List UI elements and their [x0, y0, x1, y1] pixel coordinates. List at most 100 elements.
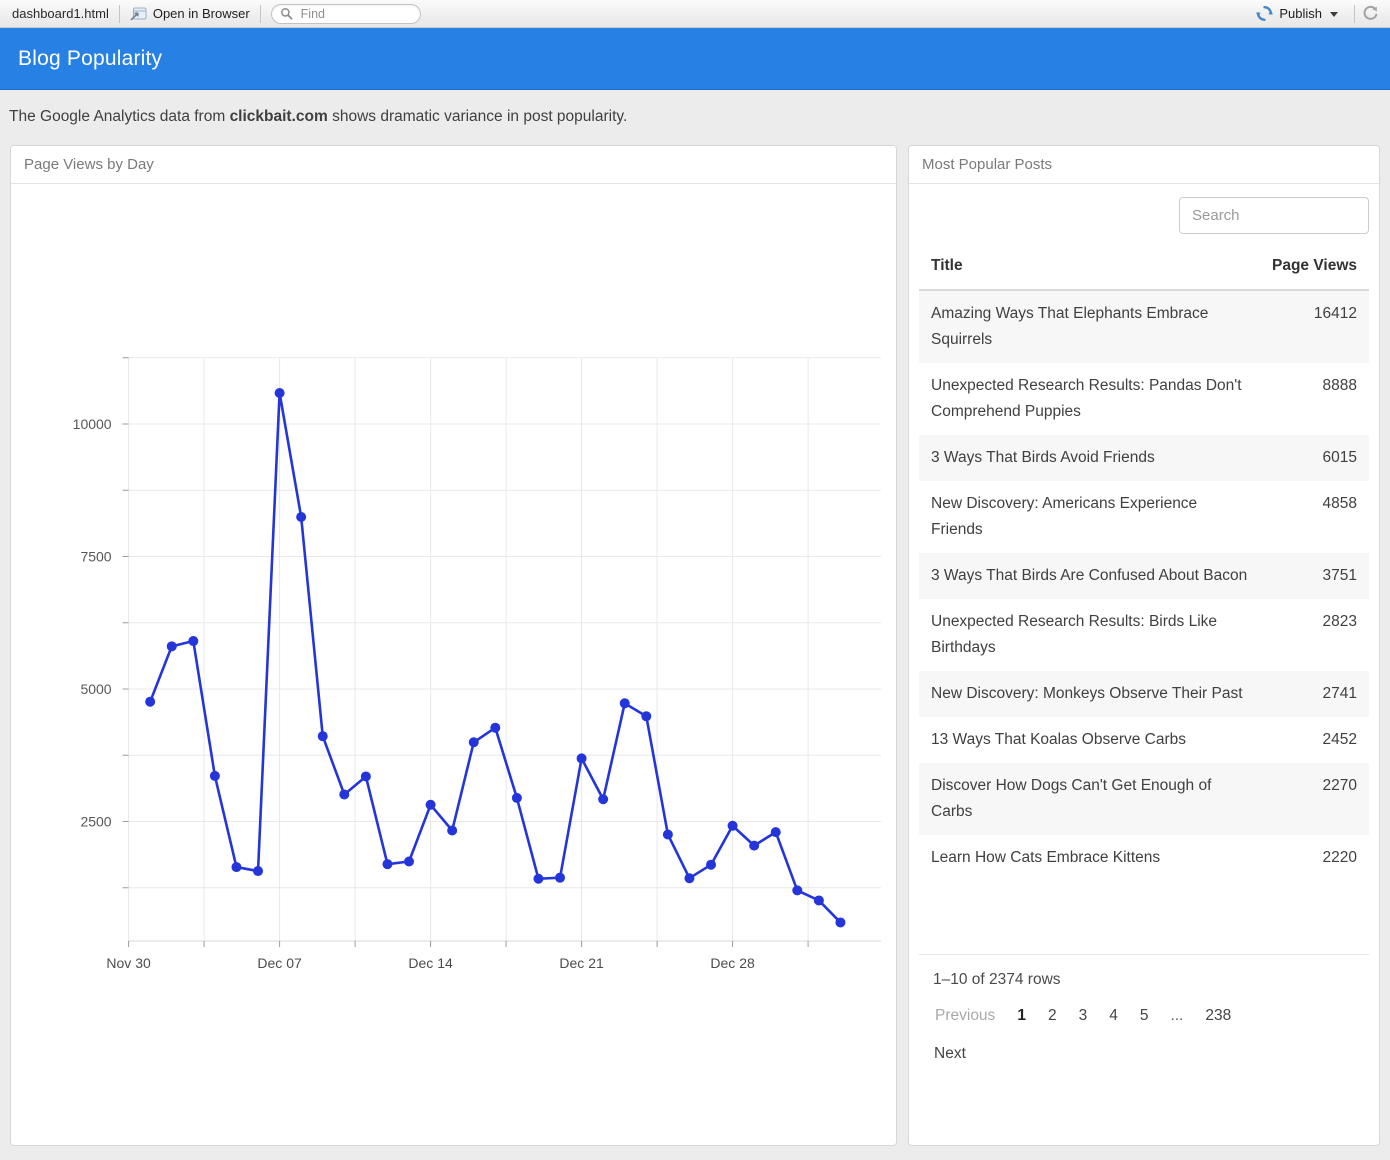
data-point [490, 723, 500, 733]
x-axis-label: Dec 14 [408, 955, 453, 971]
page-button-5[interactable]: 5 [1129, 1001, 1160, 1031]
post-title: 3 Ways That Birds Avoid Friends [931, 445, 1265, 471]
post-title: Unexpected Research Results: Birds Like … [931, 609, 1265, 661]
post-page-views: 2270 [1265, 773, 1357, 825]
page-button-1[interactable]: 1 [1006, 1001, 1037, 1031]
data-point [684, 873, 694, 883]
pagination-buttons: Previous 12345...238 [923, 1001, 1367, 1031]
next-page-button[interactable]: Next [923, 1039, 977, 1069]
subtitle-domain: clickbait.com [230, 108, 328, 125]
table-row: Unexpected Research Results: Pandas Don'… [919, 363, 1369, 435]
open-in-browser-label: Open in Browser [153, 6, 250, 21]
data-point [426, 800, 436, 810]
data-point [404, 857, 414, 867]
table-header: Title Page Views [919, 247, 1369, 291]
post-page-views: 2823 [1265, 609, 1357, 661]
page-button-3[interactable]: 3 [1068, 1001, 1099, 1031]
post-page-views: 3751 [1265, 563, 1357, 589]
table-search-input[interactable] [1179, 197, 1369, 234]
open-in-browser-button[interactable]: Open in Browser [130, 6, 250, 21]
data-point [792, 885, 802, 895]
x-axis-label: Nov 30 [106, 955, 151, 971]
data-point [382, 859, 392, 869]
y-axis-label: 7500 [80, 549, 111, 565]
publish-dropdown-caret[interactable] [1330, 12, 1338, 17]
data-point [167, 641, 177, 651]
post-title: 13 Ways That Koalas Observe Carbs [931, 727, 1265, 753]
chart-panel: Page Views by Day Nov 30Dec 07Dec 14Dec … [10, 145, 897, 1146]
data-point [210, 771, 220, 781]
dashboard-subtitle: The Google Analytics data from clickbait… [0, 91, 1390, 143]
post-title: Amazing Ways That Elephants Embrace Squi… [931, 301, 1265, 353]
viewer-toolbar: dashboard1.html Open in Browser [0, 0, 1390, 28]
data-point [835, 917, 845, 927]
previous-page-button[interactable]: Previous [923, 1001, 1006, 1031]
post-page-views: 2220 [1265, 845, 1357, 871]
data-point [339, 789, 349, 799]
column-header-title[interactable]: Title [931, 255, 1265, 277]
data-point [533, 874, 543, 884]
open-in-browser-icon [130, 7, 147, 21]
subtitle-text-suffix: shows dramatic variance in post populari… [328, 108, 628, 125]
pagination-info: 1–10 of 2374 rows [933, 971, 1367, 989]
chart-panel-title: Page Views by Day [11, 146, 896, 184]
table-rows: Amazing Ways That Elephants Embrace Squi… [919, 291, 1369, 881]
refresh-icon[interactable] [1361, 4, 1380, 23]
post-page-views: 8888 [1265, 373, 1357, 425]
data-point [275, 388, 285, 398]
data-point [598, 794, 608, 804]
data-point [641, 711, 651, 721]
table-row: New Discovery: Americans Experience Frie… [919, 481, 1369, 553]
data-point [814, 895, 824, 905]
post-title: Discover How Dogs Can't Get Enough of Ca… [931, 773, 1265, 825]
post-page-views: 2741 [1265, 681, 1357, 707]
page-title: Blog Popularity [18, 47, 162, 71]
data-point [188, 636, 198, 646]
publish-icon [1256, 5, 1273, 22]
data-point [706, 860, 716, 870]
post-page-views: 2452 [1265, 727, 1357, 753]
y-axis-label: 2500 [80, 814, 111, 830]
table-row: Amazing Ways That Elephants Embrace Squi… [919, 291, 1369, 363]
chart-canvas[interactable]: Nov 30Dec 07Dec 14Dec 21Dec 282500500075… [11, 184, 896, 1145]
table-row: Discover How Dogs Can't Get Enough of Ca… [919, 763, 1369, 835]
toolbar-separator [119, 5, 120, 23]
column-header-page-views[interactable]: Page Views [1265, 255, 1357, 277]
series-line [150, 393, 840, 922]
post-title: New Discovery: Americans Experience Frie… [931, 491, 1265, 543]
data-point [447, 826, 457, 836]
data-point [663, 829, 673, 839]
data-point [145, 697, 155, 707]
data-point [771, 827, 781, 837]
page-button-2[interactable]: 2 [1037, 1001, 1068, 1031]
y-axis-label: 5000 [80, 681, 111, 697]
data-point [253, 866, 263, 876]
toolbar-separator [1354, 5, 1355, 23]
data-point [318, 731, 328, 741]
page-ellipsis: ... [1159, 1001, 1194, 1031]
post-page-views: 6015 [1265, 445, 1357, 471]
table-panel-title: Most Popular Posts [909, 146, 1379, 184]
data-point [469, 737, 479, 747]
data-point [296, 512, 306, 522]
data-point [728, 821, 738, 831]
toolbar-separator [260, 5, 261, 23]
subtitle-text-prefix: The Google Analytics data from [9, 108, 230, 125]
post-title: Learn How Cats Embrace Kittens [931, 845, 1265, 871]
data-point [555, 873, 565, 883]
find-box [271, 4, 421, 24]
viewer-tab-title[interactable]: dashboard1.html [12, 6, 109, 21]
page-button-4[interactable]: 4 [1098, 1001, 1129, 1031]
dashboard-navbar: Blog Popularity [0, 28, 1390, 90]
table-row: 3 Ways That Birds Avoid Friends6015 [919, 435, 1369, 481]
find-input[interactable] [299, 6, 412, 22]
x-axis-label: Dec 28 [710, 955, 755, 971]
data-point [512, 793, 522, 803]
data-point [620, 698, 630, 708]
data-point [231, 862, 241, 872]
post-title: Unexpected Research Results: Pandas Don'… [931, 373, 1265, 425]
publish-button[interactable]: Publish [1279, 6, 1322, 21]
page-button-238[interactable]: 238 [1194, 1001, 1242, 1031]
table-row: Unexpected Research Results: Birds Like … [919, 599, 1369, 671]
page-views-line-chart[interactable]: Nov 30Dec 07Dec 14Dec 21Dec 282500500075… [11, 184, 896, 1145]
